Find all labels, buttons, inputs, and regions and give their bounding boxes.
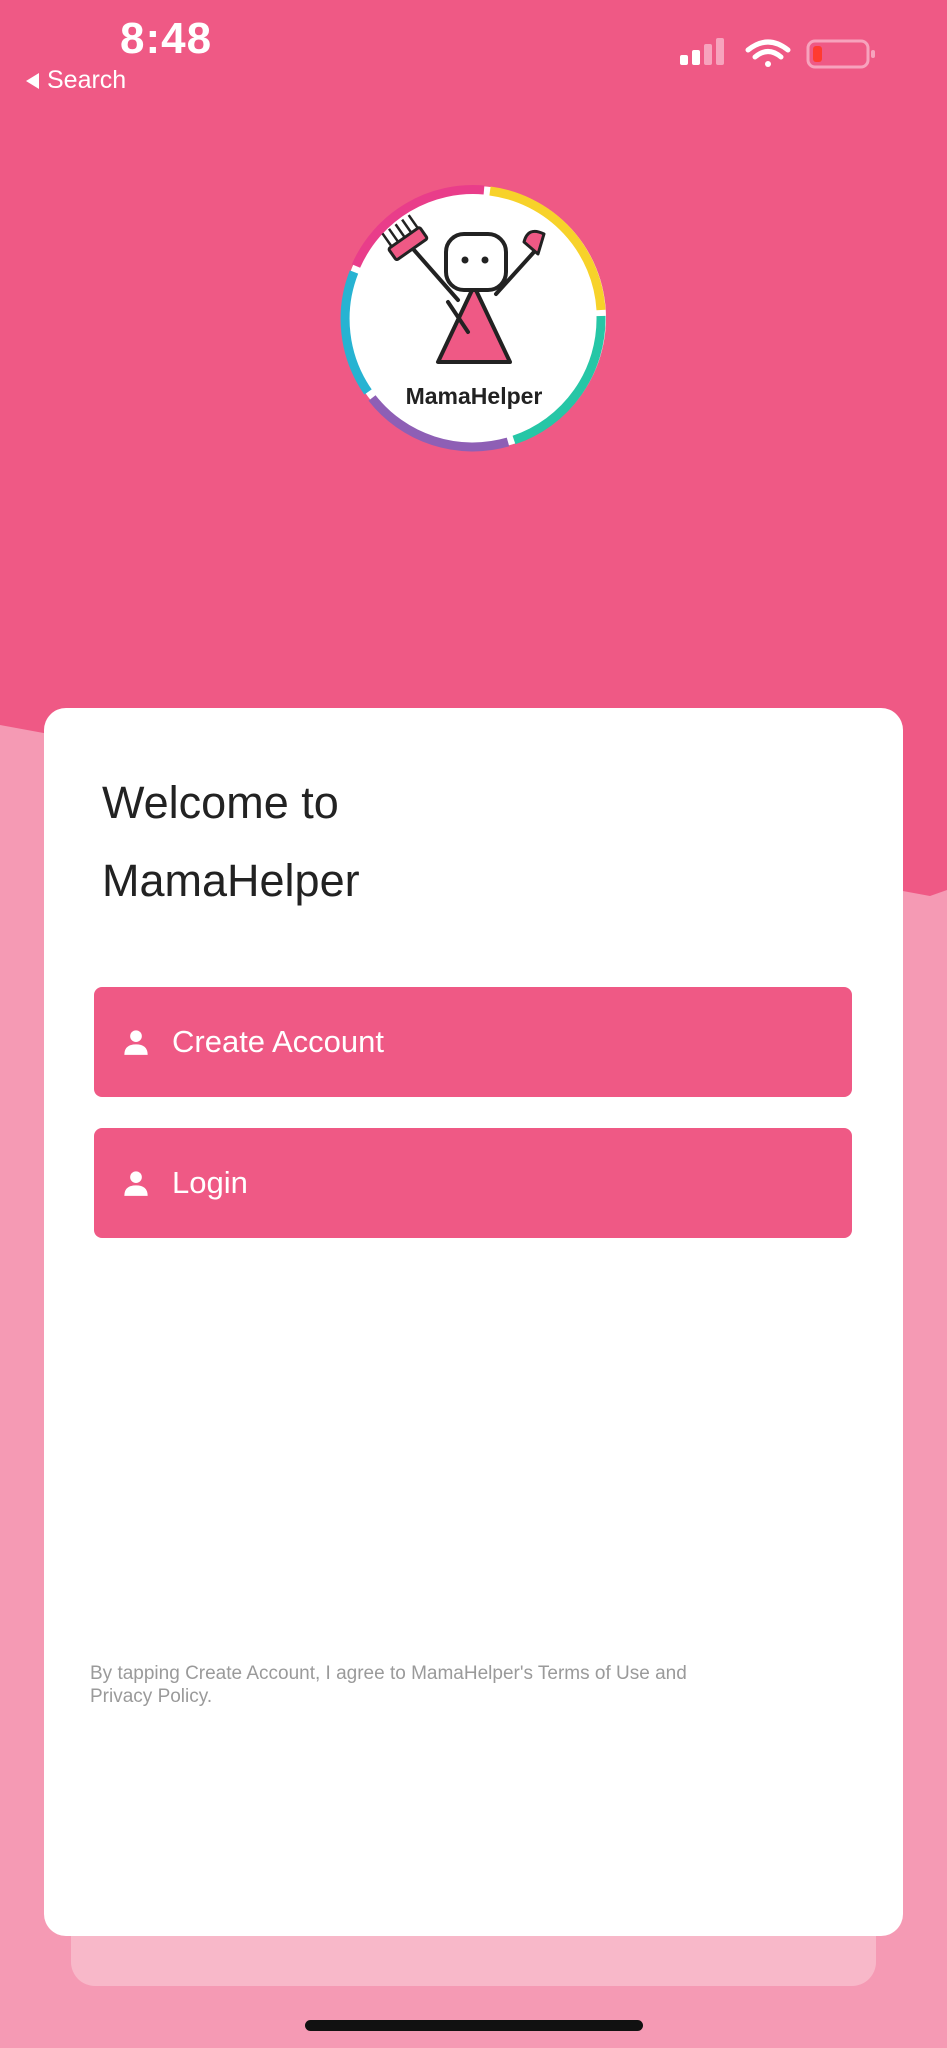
battery-icon [806,39,875,69]
create-account-button[interactable]: Create Account [94,987,852,1097]
home-indicator[interactable] [305,2020,643,2031]
logo-text: MamaHelper [406,383,543,409]
back-to-search-link[interactable]: Search [26,66,126,95]
create-account-label: Create Account [172,1024,384,1059]
mama-helper-mascot-icon: MamaHelper [340,185,606,452]
status-icons [680,38,875,69]
app-logo: MamaHelper [338,182,610,454]
login-button[interactable]: Login [94,1128,852,1238]
terms-text: By tapping Create Account, I agree to Ma… [90,1663,687,1707]
user-icon [124,1030,148,1055]
cellular-signal-icon [680,38,724,65]
back-link-label: Search [47,66,127,94]
welcome-line-1: Welcome to [102,777,339,828]
welcome-heading: Welcome to MamaHelper [102,764,360,920]
login-label: Login [172,1165,248,1200]
status-time: 8:48 [120,14,213,63]
back-arrow-icon [26,72,39,89]
welcome-card: Welcome to MamaHelper Create Account Log… [44,708,903,1936]
user-icon [124,1171,148,1196]
wifi-icon [745,39,791,67]
welcome-line-2: MamaHelper [102,855,360,906]
